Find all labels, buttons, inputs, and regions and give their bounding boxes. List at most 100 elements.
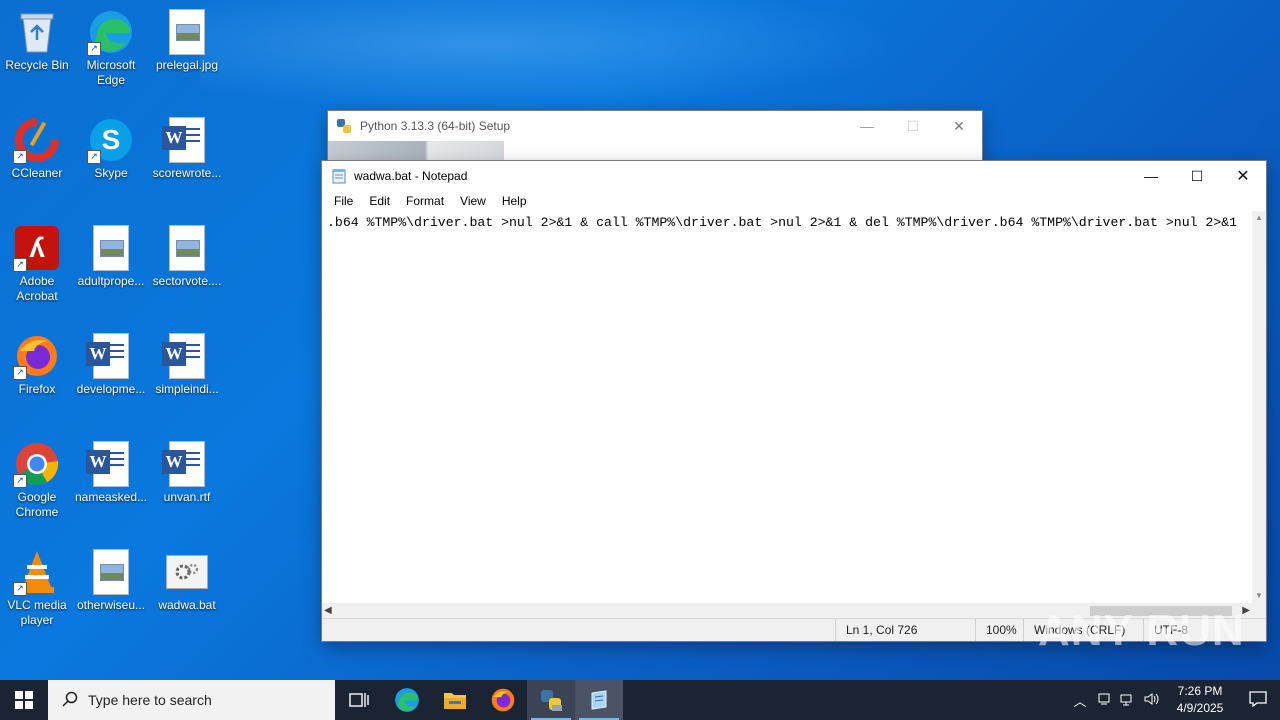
- desktop-icon-sectorvote[interactable]: sectorvote....: [150, 224, 224, 289]
- edge-icon: [395, 688, 419, 712]
- task-view-button[interactable]: [335, 680, 383, 720]
- status-zoom: 100%: [975, 619, 1026, 641]
- taskbar-notepad[interactable]: [575, 680, 623, 720]
- menu-edit[interactable]: Edit: [361, 194, 398, 208]
- maximize-button[interactable]: ☐: [890, 111, 936, 141]
- chrome-icon: ↗: [13, 440, 61, 488]
- recycle-bin-icon: [13, 8, 61, 56]
- desktop-icon-nameasked[interactable]: W nameasked...: [74, 440, 148, 505]
- python-setup-titlebar[interactable]: Python 3.13.3 (64-bit) Setup — ☐ ✕: [328, 111, 982, 141]
- notepad-titlebar[interactable]: wadwa.bat - Notepad — ☐ ✕: [322, 161, 1266, 191]
- notepad-title: wadwa.bat - Notepad: [354, 169, 468, 183]
- word-doc-icon: W: [162, 332, 211, 380]
- desktop-icon-label: VLC media player: [7, 598, 67, 627]
- scroll-up-icon[interactable]: ▲: [1252, 211, 1266, 225]
- desktop-icon-label: simpleindi...: [155, 382, 219, 396]
- desktop-icon-unvan[interactable]: W unvan.rtf: [150, 440, 224, 505]
- chevron-up-icon[interactable]: ︿: [1068, 691, 1092, 710]
- network-icon[interactable]: [1116, 692, 1140, 709]
- taskbar-python-setup[interactable]: [527, 680, 575, 720]
- shortcut-arrow-icon: ↗: [13, 150, 27, 164]
- desktop-icon-label: CCleaner: [11, 166, 63, 180]
- close-button[interactable]: ✕: [1220, 161, 1266, 191]
- taskbar-search-box[interactable]: Type here to search: [48, 680, 335, 720]
- desktop-icon-google-chrome[interactable]: ↗ Google Chrome: [0, 440, 74, 520]
- desktop-icon-developme[interactable]: W developme...: [74, 332, 148, 397]
- desktop-icon-label: unvan.rtf: [163, 490, 211, 504]
- desktop-icon-wadwa-bat[interactable]: wadwa.bat: [150, 548, 224, 613]
- minimize-button[interactable]: —: [844, 111, 890, 141]
- notepad-icon: [332, 168, 346, 184]
- desktop-icon-vlc[interactable]: ↗ VLC media player: [0, 548, 74, 628]
- search-placeholder: Type here to search: [88, 692, 212, 708]
- shortcut-arrow-icon: ↗: [13, 366, 27, 380]
- taskbar-file-explorer[interactable]: [431, 680, 479, 720]
- notepad-menubar: File Edit Format View Help: [322, 191, 1266, 211]
- python-setup-window[interactable]: Python 3.13.3 (64-bit) Setup — ☐ ✕: [328, 111, 982, 163]
- desktop-icon-label: prelegal.jpg: [155, 58, 219, 72]
- desktop-icon-label: Recycle Bin: [5, 58, 69, 72]
- desktop-icon-label: Microsoft Edge: [86, 58, 136, 87]
- close-button[interactable]: ✕: [936, 111, 982, 141]
- desktop-icon-label: Google Chrome: [15, 490, 59, 519]
- desktop-icon-microsoft-edge[interactable]: ↗ Microsoft Edge: [74, 8, 148, 88]
- scroll-left-icon[interactable]: ◀: [324, 603, 332, 619]
- network-activity-icon[interactable]: [1092, 692, 1116, 709]
- edge-icon: ↗: [87, 8, 135, 56]
- desktop-icon-label: scorewrote...: [152, 166, 222, 180]
- word-doc-icon: W: [86, 440, 135, 488]
- skype-icon: S ↗: [87, 116, 135, 164]
- desktop-icon-skype[interactable]: S ↗ Skype: [74, 116, 148, 181]
- volume-icon[interactable]: [1140, 692, 1164, 709]
- image-file-icon: [163, 224, 211, 272]
- desktop-icon-adultprope[interactable]: adultprope...: [74, 224, 148, 289]
- python-installer-icon: [541, 690, 562, 711]
- maximize-button[interactable]: ☐: [1174, 161, 1220, 191]
- batch-file-icon: [163, 548, 211, 596]
- wallpaper-glow: [200, 0, 900, 110]
- scroll-corner: [1252, 603, 1266, 619]
- notepad-window[interactable]: wadwa.bat - Notepad — ☐ ✕ File Edit Form…: [322, 161, 1266, 641]
- menu-file[interactable]: File: [326, 194, 361, 208]
- notepad-icon: [591, 690, 607, 710]
- python-setup-title: Python 3.13.3 (64-bit) Setup: [360, 119, 511, 133]
- desktop-icon-label: wadwa.bat: [158, 598, 216, 612]
- start-button[interactable]: [0, 680, 48, 720]
- desktop-icon-label: Firefox: [18, 382, 56, 396]
- status-position: Ln 1, Col 726: [835, 619, 966, 641]
- desktop-icon-label: sectorvote....: [152, 274, 222, 288]
- desktop-icon-prelegal[interactable]: prelegal.jpg: [150, 8, 224, 73]
- minimize-button[interactable]: —: [1128, 161, 1174, 191]
- desktop-icon-label: otherwiseu...: [76, 598, 146, 612]
- desktop-icon-scorewrote[interactable]: W scorewrote...: [150, 116, 224, 181]
- menu-help[interactable]: Help: [494, 194, 535, 208]
- desktop-icon-simpleindi[interactable]: W simpleindi...: [150, 332, 224, 397]
- notifications-icon[interactable]: [1236, 690, 1280, 710]
- desktop-icon-adobe-acrobat[interactable]: ʎ ↗ Adobe Acrobat: [0, 224, 74, 304]
- vertical-scrollbar[interactable]: ▲ ▼: [1252, 211, 1266, 603]
- word-doc-icon: W: [162, 116, 211, 164]
- menu-view[interactable]: View: [452, 194, 494, 208]
- desktop-icon-label: Skype: [94, 166, 128, 180]
- desktop-icon-firefox[interactable]: ↗ Firefox: [0, 332, 74, 397]
- python-setup-banner: [328, 141, 504, 163]
- taskbar-edge[interactable]: [383, 680, 431, 720]
- scroll-down-icon[interactable]: ▼: [1252, 589, 1266, 603]
- desktop-icon-ccleaner[interactable]: ↗ CCleaner: [0, 116, 74, 181]
- desktop-icon-otherwiseu[interactable]: otherwiseu...: [74, 548, 148, 613]
- image-file-icon: [87, 224, 135, 272]
- firefox-icon: [491, 688, 515, 712]
- taskbar-clock[interactable]: 7:26 PM 4/9/2025: [1164, 683, 1236, 717]
- folder-icon: [444, 693, 466, 709]
- desktop-icon-recycle-bin[interactable]: Recycle Bin: [0, 8, 74, 73]
- desktop-icon-label: adultprope...: [77, 274, 145, 288]
- image-file-icon: [163, 8, 211, 56]
- taskbar-firefox[interactable]: [479, 680, 527, 720]
- clock-date: 4/9/2025: [1176, 701, 1224, 715]
- notepad-text-area[interactable]: .b64 %TMP%\driver.bat >nul 2>&1 & call %…: [322, 211, 1252, 603]
- ccleaner-icon: ↗: [13, 116, 61, 164]
- firefox-icon: ↗: [13, 332, 61, 380]
- menu-format[interactable]: Format: [398, 194, 452, 208]
- task-view-icon: [349, 693, 369, 707]
- search-icon: [62, 691, 78, 710]
